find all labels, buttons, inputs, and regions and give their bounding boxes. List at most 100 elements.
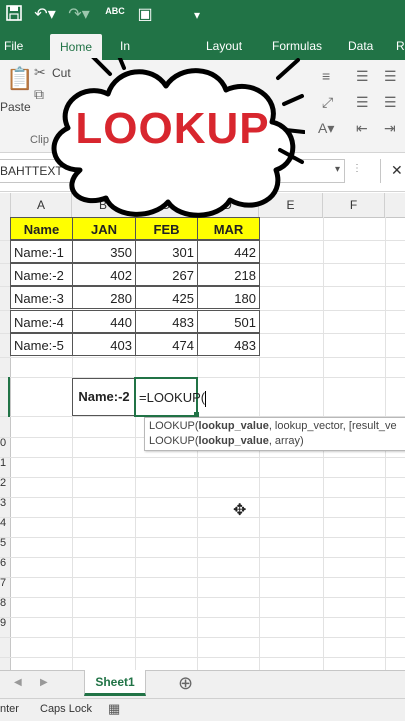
gridline	[0, 357, 405, 358]
save-icon[interactable]	[4, 5, 24, 25]
spelling-button[interactable]: ABC	[104, 5, 126, 25]
lookup-title: LOOKUP	[75, 104, 270, 153]
gridline	[0, 457, 405, 458]
text-cursor	[205, 390, 207, 407]
row-number[interactable]: 7	[0, 577, 10, 589]
function-tooltip: LOOKUP(lookup_value, lookup_vector, [res…	[144, 417, 405, 451]
table-cell-jan[interactable]: 350	[72, 240, 136, 263]
macro-record-icon[interactable]: ▦	[108, 701, 120, 717]
table-cell-mar[interactable]: 483	[197, 333, 260, 356]
camera-icon[interactable]: ▣	[134, 5, 156, 25]
formula-bar-grip-icon: ⋮	[352, 163, 362, 174]
font-color-icon[interactable]: A▾	[318, 120, 334, 137]
lookup-cloud-overlay: LOOKUP	[40, 42, 306, 220]
paste-icon[interactable]: 📋	[6, 66, 33, 92]
active-cell-formula[interactable]: =LOOKUP(	[134, 377, 207, 417]
sheet-tabs-bar: ◀ ▶ Sheet1 ⊕	[0, 670, 405, 699]
table-cell-jan[interactable]: 402	[72, 263, 136, 286]
gridline	[0, 377, 405, 378]
table-cell-name[interactable]: Name:-1	[10, 240, 73, 263]
cancel-icon: ✕	[391, 162, 403, 178]
align-right-icon[interactable]: ☰	[384, 94, 397, 111]
redo-icon[interactable]: ↷▾	[66, 5, 92, 25]
table-cell-feb[interactable]: 267	[135, 263, 198, 286]
table-cell-name[interactable]: Name:-2	[10, 263, 73, 286]
row-number[interactable]: 6	[0, 557, 10, 569]
table-cell-mar[interactable]: 218	[197, 263, 260, 286]
cancel-button[interactable]: ✕	[380, 159, 405, 183]
sheet-tab-label: Sheet1	[95, 675, 135, 689]
align-bottom-icon[interactable]: ☰	[356, 94, 369, 111]
status-caps-lock: Caps Lock	[40, 703, 92, 715]
table-cell-name[interactable]: Name:-3	[10, 286, 73, 309]
gridline	[0, 477, 405, 478]
row-number[interactable]: 8	[0, 597, 10, 609]
table-cell-feb[interactable]: 483	[135, 310, 198, 333]
table-cell-feb[interactable]: 301	[135, 240, 198, 263]
table-header-jan[interactable]: JAN	[72, 217, 136, 240]
table-header-name[interactable]: Name	[10, 217, 73, 240]
gridline	[0, 577, 405, 578]
table-cell-feb[interactable]: 474	[135, 333, 198, 356]
tooltip-line-array[interactable]: LOOKUP(lookup_value, array)	[149, 435, 304, 447]
gridline	[0, 537, 405, 538]
align-center-icon[interactable]: ☰	[384, 68, 397, 85]
status-mode: nter	[0, 703, 19, 715]
decrease-indent-icon[interactable]: ⇤	[356, 120, 368, 137]
row-selection-indicator	[8, 377, 10, 417]
scroll-right-icon[interactable]: ▶	[40, 677, 48, 688]
gridline	[0, 637, 405, 638]
orientation-icon[interactable]: ⤢	[322, 94, 333, 111]
table-cell-feb[interactable]: 425	[135, 286, 198, 309]
paste-label[interactable]: Paste	[0, 100, 31, 114]
table-header-feb[interactable]: FEB	[135, 217, 198, 240]
tooltip-line-vector[interactable]: LOOKUP(lookup_value, lookup_vector, [res…	[149, 420, 397, 432]
name-box-dropdown-icon[interactable]: ▾	[335, 164, 340, 175]
mouse-cross-cursor-icon: ✥	[233, 502, 247, 519]
table-cell-jan[interactable]: 440	[72, 310, 136, 333]
tab-review[interactable]: R	[396, 32, 405, 60]
gridline	[0, 557, 405, 558]
gridline	[0, 517, 405, 518]
tab-formulas[interactable]: Formulas	[272, 32, 322, 60]
add-sheet-icon[interactable]: ⊕	[178, 673, 193, 694]
scroll-left-icon[interactable]: ◀	[14, 677, 22, 688]
tab-insert[interactable]: In	[120, 32, 130, 60]
status-bar: nter Caps Lock ▦	[0, 698, 405, 721]
row-number[interactable]: 2	[0, 477, 10, 489]
increase-indent-icon[interactable]: ⇥	[384, 120, 396, 137]
gridline	[0, 497, 405, 498]
table-cell-jan[interactable]: 280	[72, 286, 136, 309]
select-all-corner[interactable]	[0, 193, 11, 217]
table-cell-name[interactable]: Name:-4	[10, 310, 73, 333]
row-number[interactable]: 5	[0, 537, 10, 549]
tab-data[interactable]: Data	[348, 32, 373, 60]
gridline	[0, 657, 405, 658]
row-number[interactable]: 3	[0, 497, 10, 509]
sheet-tab-sheet1[interactable]: Sheet1	[84, 670, 146, 696]
table-cell-mar[interactable]: 501	[197, 310, 260, 333]
table-cell-name[interactable]: Name:-5	[10, 333, 73, 356]
tab-home[interactable]: Home	[50, 34, 102, 60]
lookup-name-cell[interactable]: Name:-2	[72, 378, 136, 416]
table-cell-mar[interactable]: 180	[197, 286, 260, 309]
title-bar: ↶▾ ↷▾ ABC ▣ ▾	[0, 0, 405, 32]
table-cell-mar[interactable]: 442	[197, 240, 260, 263]
table-header-mar[interactable]: MAR	[197, 217, 260, 240]
gridline	[0, 597, 405, 598]
tab-page-layout[interactable]: Layout	[206, 32, 242, 60]
table-cell-jan[interactable]: 403	[72, 333, 136, 356]
row-number[interactable]: 9	[0, 617, 10, 629]
row-number[interactable]: 1	[0, 457, 10, 469]
undo-icon[interactable]: ↶▾	[32, 5, 58, 25]
row-number[interactable]: 0	[0, 437, 10, 449]
ribbon-tabs: File Home In Layout Formulas Data R	[0, 32, 405, 60]
align-left-icon[interactable]: ☰	[356, 68, 369, 85]
formula-text: =LOOKUP(	[139, 390, 206, 405]
row-number[interactable]: 4	[0, 517, 10, 529]
align-top-icon[interactable]: ≡	[322, 68, 330, 84]
tab-file[interactable]: File	[4, 32, 23, 60]
customize-toolbar-icon[interactable]: ▾	[190, 5, 204, 25]
gridline	[0, 617, 405, 618]
column-header-f[interactable]: F	[323, 193, 385, 217]
